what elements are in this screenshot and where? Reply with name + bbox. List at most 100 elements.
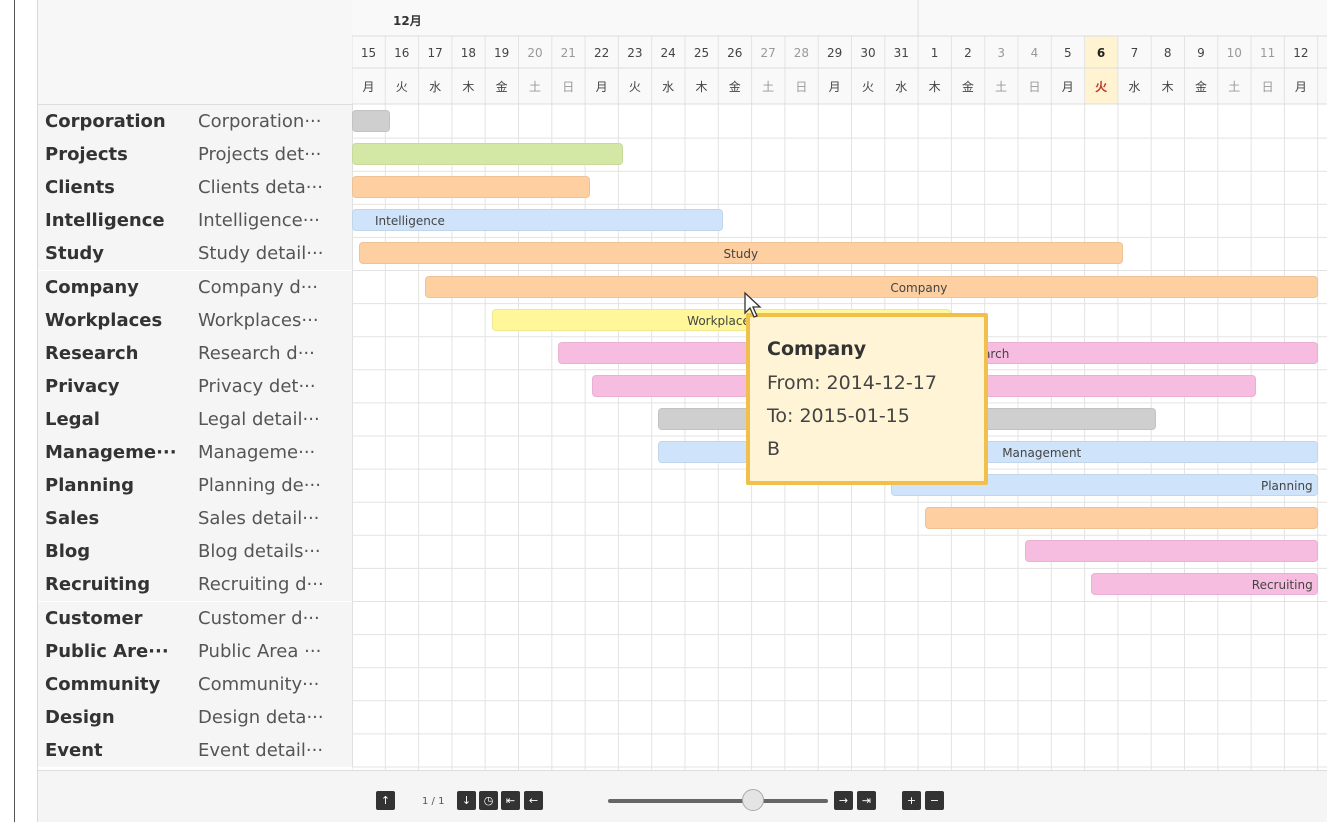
day-number: 18 xyxy=(460,46,477,60)
row-label-cell: Planning Planning de··· xyxy=(38,469,353,503)
row-desc: Public Area ··· xyxy=(198,640,322,662)
tooltip-to: To: 2015-01-15 xyxy=(767,405,910,427)
gantt-bar[interactable] xyxy=(924,507,1318,530)
row-name: Corporation xyxy=(45,111,166,132)
day-weekday: 金 xyxy=(961,80,974,94)
day-weekday: 月 xyxy=(1061,80,1074,94)
gantt-bar[interactable] xyxy=(352,110,391,132)
day-weekday: 木 xyxy=(462,80,475,94)
day-number: 15 xyxy=(360,46,377,60)
day-number: 29 xyxy=(827,46,843,60)
row-name: Research xyxy=(45,342,139,364)
row-desc: Corporation··· xyxy=(198,111,322,132)
day-weekday: 金 xyxy=(728,80,741,94)
day-number: 20 xyxy=(527,46,543,60)
row-label-cell: Corporation Corporation··· xyxy=(38,105,353,138)
tooltip-extra: B xyxy=(767,438,781,460)
day-weekday: 土 xyxy=(995,80,1008,94)
row-desc: Community··· xyxy=(198,673,320,695)
row-label-cell: Event Event detail··· xyxy=(38,733,353,767)
row-desc: Company d··· xyxy=(198,276,318,298)
row-up-button[interactable]: ↑ xyxy=(376,791,395,810)
gantt-bar[interactable] xyxy=(352,176,591,199)
row-name: Study xyxy=(45,243,105,265)
row-label-header xyxy=(38,0,353,105)
gantt-bar[interactable] xyxy=(352,143,624,166)
gantt-bar[interactable] xyxy=(1024,540,1318,563)
day-weekday: 土 xyxy=(762,80,775,94)
row-name: Privacy xyxy=(45,375,120,397)
day-number: 22 xyxy=(593,46,610,60)
day-weekday: 火 xyxy=(1095,80,1108,94)
row-label-cell: Blog Blog details··· xyxy=(38,535,353,569)
row-label-cell: Privacy Privacy det··· xyxy=(38,369,353,403)
gantt-bar[interactable]: Recruiting xyxy=(1091,573,1318,596)
row-desc: Event detail··· xyxy=(198,739,324,761)
row-name: Design xyxy=(45,706,115,728)
day-weekday: 水 xyxy=(1128,80,1141,94)
row-label-cell: Manageme··· Manageme··· xyxy=(38,436,353,469)
day-weekday: 土 xyxy=(528,80,541,94)
row-desc: Intelligence··· xyxy=(198,210,320,232)
zoom-in-button[interactable]: + xyxy=(902,791,921,810)
day-number: 19 xyxy=(494,46,510,60)
row-desc: Planning de··· xyxy=(198,475,321,497)
row-name: Customer xyxy=(45,607,143,629)
day-number: 3 xyxy=(997,46,1005,60)
mouse-pointer-icon xyxy=(744,291,762,318)
day-number: 1 xyxy=(930,46,939,60)
day-weekday: 日 xyxy=(1261,80,1274,94)
row-label-cell: Public Are··· Public Area ··· xyxy=(38,634,353,668)
day-weekday: 月 xyxy=(362,80,375,94)
day-weekday: 月 xyxy=(595,80,608,94)
row-down-button[interactable]: ↓ xyxy=(457,791,476,810)
day-number: 17 xyxy=(427,46,443,60)
row-label-cell: Sales Sales detail··· xyxy=(38,502,353,536)
day-weekday: 月 xyxy=(1294,80,1307,94)
row-desc: Study detail··· xyxy=(198,243,324,265)
day-number: 2 xyxy=(964,46,972,60)
row-desc: Clients deta··· xyxy=(198,177,323,199)
day-weekday: 木 xyxy=(695,80,708,94)
row-desc: Design deta··· xyxy=(198,706,324,728)
day-number: 5 xyxy=(1063,46,1072,60)
day-number: 10 xyxy=(1226,46,1242,60)
today-button[interactable]: ◷ xyxy=(479,791,498,810)
row-label-cell: Company Company d··· xyxy=(38,270,353,304)
zoom-out-button[interactable]: − xyxy=(925,791,944,810)
scroll-right-button[interactable]: → xyxy=(834,791,853,810)
day-number: 31 xyxy=(893,46,909,60)
row-name: Projects xyxy=(45,144,128,166)
scroll-start-button[interactable]: ⇤ xyxy=(501,791,520,810)
day-weekday: 水 xyxy=(662,80,675,94)
day-weekday: 金 xyxy=(1194,80,1207,94)
scroll-end-button[interactable]: ⇥ xyxy=(857,791,876,810)
day-number: 23 xyxy=(627,46,643,60)
row-name: Public Are··· xyxy=(45,640,169,662)
day-number: 12 xyxy=(1293,46,1309,60)
zoom-slider-thumb[interactable] xyxy=(742,789,765,811)
row-label-cell: Workplaces Workplaces··· xyxy=(38,303,353,337)
gantt-bar[interactable]: Company xyxy=(425,275,1318,298)
row-label-cell: Community Community··· xyxy=(38,667,353,701)
gantt-bar[interactable]: Study xyxy=(358,242,1123,265)
row-desc: Recruiting d··· xyxy=(198,574,324,596)
row-label-cell: Design Design deta··· xyxy=(38,700,353,734)
gantt-bar[interactable]: Intelligence xyxy=(352,209,724,232)
row-desc: Blog details··· xyxy=(198,541,321,563)
zoom-slider[interactable] xyxy=(608,799,828,803)
row-name: Clients xyxy=(45,177,115,199)
day-weekday: 火 xyxy=(395,80,408,94)
row-name: Manageme··· xyxy=(45,442,177,463)
row-name: Intelligence xyxy=(45,210,165,232)
day-weekday: 木 xyxy=(928,80,941,94)
row-name: Planning xyxy=(45,475,135,497)
day-weekday: 木 xyxy=(1161,80,1174,94)
day-number: 30 xyxy=(860,46,876,60)
day-weekday: 金 xyxy=(495,80,508,94)
month-label: 12月 xyxy=(393,14,422,28)
row-name: Sales xyxy=(45,508,100,530)
scroll-left-button[interactable]: ← xyxy=(524,791,543,810)
gantt-frame: Corporation Corporation··· Projects Project… xyxy=(14,0,1327,822)
day-number: 21 xyxy=(560,46,576,60)
